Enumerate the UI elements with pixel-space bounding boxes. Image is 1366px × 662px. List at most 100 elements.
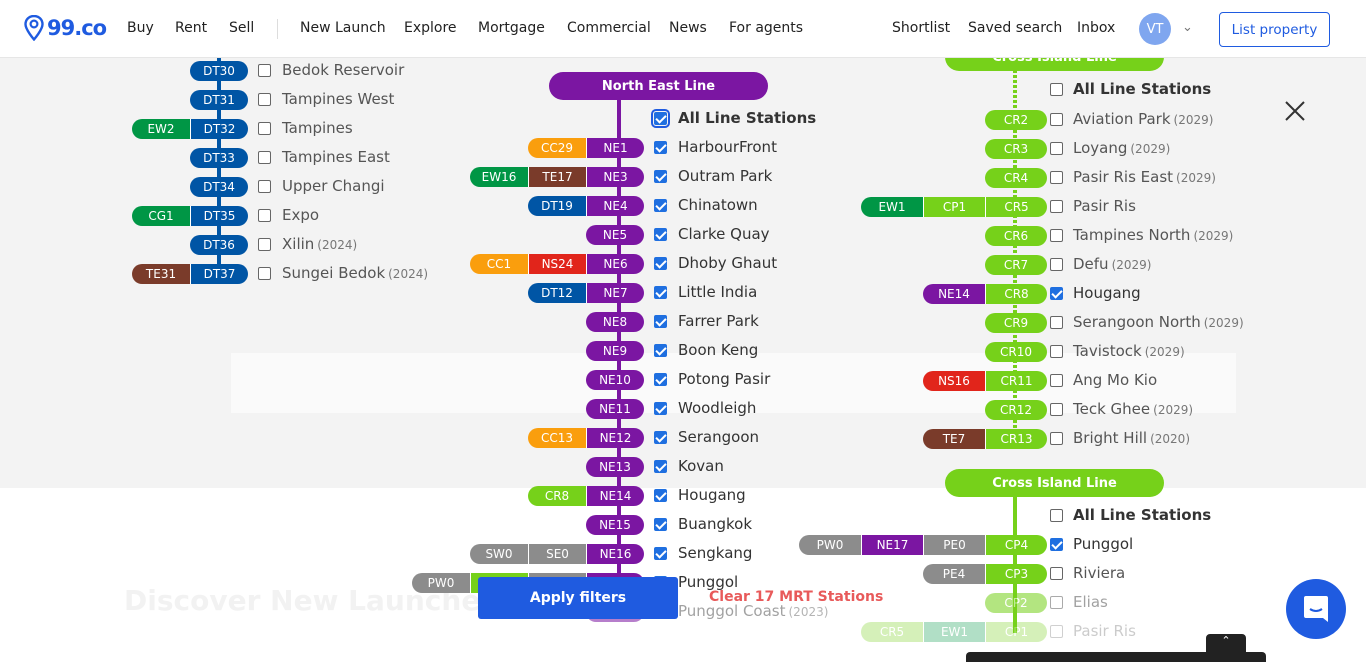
station-code-badges: CR3 — [985, 139, 1047, 159]
station-code-badges: EW1 CP1 CR5 — [861, 197, 1047, 217]
station-row[interactable]: NE14 CR8 Hougang — [0, 283, 1300, 305]
checkbox[interactable] — [1050, 229, 1063, 242]
station-row[interactable]: DT30 Bedok Reservoir — [0, 60, 1300, 82]
nav-sell[interactable]: Sell — [229, 20, 254, 36]
station-code-badge: CR6 — [985, 226, 1047, 246]
checkbox[interactable] — [1050, 596, 1063, 609]
station-code-badge: CP1 — [923, 197, 985, 217]
avatar[interactable]: VT — [1139, 13, 1171, 45]
station-row[interactable]: CR8 NE14 Hougang — [0, 485, 1300, 507]
opening-year: (2020) — [1150, 432, 1190, 446]
clear-stations-link[interactable]: Clear 17 MRT Stations — [709, 589, 883, 605]
station-row[interactable]: TE7 CR13 Bright Hill (2020) — [0, 428, 1300, 450]
checkbox[interactable] — [1050, 567, 1063, 580]
list-property-button[interactable]: List property — [1219, 12, 1330, 47]
station-row[interactable]: NS16 CR11 Ang Mo Kio — [0, 370, 1300, 392]
checkbox[interactable] — [258, 93, 271, 106]
station-row[interactable]: EW1 CP1 CR5 Pasir Ris — [0, 196, 1300, 218]
station-code-badge: CR11 — [985, 371, 1047, 391]
opening-year: (2029) — [1176, 171, 1216, 185]
station-code-badge: NE17 — [861, 535, 923, 555]
station-name: Tampines West — [282, 90, 394, 108]
nav-explore[interactable]: Explore — [404, 20, 457, 36]
checkbox[interactable] — [1050, 316, 1063, 329]
station-row[interactable]: CR12 Teck Ghee (2029) — [0, 399, 1300, 421]
station-row[interactable]: CR9 Serangoon North (2029) — [0, 312, 1300, 334]
station-row[interactable]: NE13 Kovan — [0, 456, 1300, 478]
nav-shortlist[interactable]: Shortlist — [892, 20, 950, 36]
station-name-text: Pasir Ris East — [1073, 168, 1174, 186]
nav-mortgage[interactable]: Mortgage — [478, 20, 545, 36]
station-code-badges: CR2 — [985, 110, 1047, 130]
station-code-badges: NE13 — [586, 457, 644, 477]
station-row[interactable]: CR4 Pasir Ris East (2029) — [0, 167, 1300, 189]
checkbox[interactable] — [1050, 200, 1063, 213]
station-code-badge: CR10 — [985, 342, 1047, 362]
station-row[interactable]: CR10 Tavistock (2029) — [0, 341, 1300, 363]
station-code-badge: CR5 — [861, 622, 923, 642]
checkbox[interactable] — [1050, 171, 1063, 184]
nav-buy[interactable]: Buy — [127, 20, 154, 36]
station-row[interactable]: CR3 Loyang (2029) — [0, 138, 1300, 160]
station-name-text: Aviation Park — [1073, 110, 1171, 128]
checkbox[interactable] — [258, 64, 271, 77]
station-code-badge: NE15 — [586, 515, 644, 535]
expand-tab[interactable]: ⌃ — [1206, 634, 1246, 654]
station-row[interactable]: CR7 Defu (2029) — [0, 254, 1300, 276]
checkbox[interactable] — [1050, 374, 1063, 387]
checkbox[interactable] — [1050, 625, 1063, 638]
nav-saved-search[interactable]: Saved search — [968, 20, 1062, 36]
checkbox[interactable] — [1050, 113, 1063, 126]
station-name: Defu (2029) — [1073, 255, 1151, 273]
chevron-down-icon[interactable]: ⌄ — [1182, 20, 1193, 35]
station-code-badge: CR7 — [985, 255, 1047, 275]
chat-button[interactable] — [1286, 579, 1346, 639]
chat-icon — [1304, 596, 1328, 622]
station-name: Pasir Ris East (2029) — [1073, 168, 1216, 186]
station-name-text: Ang Mo Kio — [1073, 371, 1158, 389]
opening-year: (2029) — [1153, 403, 1194, 417]
opening-year: (2029) — [1111, 258, 1152, 272]
checkbox[interactable] — [1050, 403, 1063, 416]
checkbox[interactable] — [654, 489, 667, 502]
checkbox[interactable] — [1050, 432, 1063, 445]
station-name-text: Tampines West — [282, 90, 395, 108]
station-name: Bedok Reservoir — [282, 61, 404, 79]
close-icon[interactable] — [1284, 100, 1306, 122]
station-name-text: Defu — [1073, 255, 1109, 273]
station-row[interactable]: CR2 Aviation Park (2029) — [0, 109, 1300, 131]
station-name-text: Tampines North — [1073, 226, 1191, 244]
station-code-badge: CR2 — [985, 110, 1047, 130]
station-name: Kovan — [678, 457, 724, 475]
nav-new-launch[interactable]: New Launch — [300, 20, 386, 36]
station-code-badge: CP3 — [985, 564, 1047, 584]
checkbox[interactable] — [1050, 142, 1063, 155]
nav-for-agents[interactable]: For agents — [729, 20, 803, 36]
station-name-text: Punggol — [1073, 535, 1134, 553]
apply-filters-button[interactable]: Apply filters — [478, 577, 678, 619]
station-code-badge: CR13 — [985, 429, 1047, 449]
station-code-badge: CR12 — [985, 400, 1047, 420]
station-row[interactable]: CR6 Tampines North (2029) — [0, 225, 1300, 247]
station-row[interactable]: CR5 EW1 CP1 Pasir Ris — [0, 621, 1300, 643]
nav-commercial[interactable]: Commercial — [567, 20, 651, 36]
nav-news[interactable]: News — [669, 20, 707, 36]
nav-inbox[interactable]: Inbox — [1077, 20, 1115, 36]
station-row[interactable]: DT31 Tampines West — [0, 89, 1300, 111]
station-name-text: Pasir Ris — [1073, 622, 1136, 640]
checkbox[interactable] — [654, 460, 667, 473]
station-code-badges: NE15 — [586, 515, 644, 535]
checkbox[interactable] — [1050, 538, 1063, 551]
checkbox[interactable] — [1050, 287, 1063, 300]
logo[interactable]: 99.co — [24, 15, 107, 41]
checkbox[interactable] — [1050, 258, 1063, 271]
station-name: Hougang — [1073, 284, 1141, 302]
checkbox[interactable] — [654, 518, 667, 531]
station-code-badge: CP4 — [985, 535, 1047, 555]
nav-rent[interactable]: Rent — [175, 20, 207, 36]
station-row[interactable]: PW0 NE17 PE0 CP4 Punggol — [0, 534, 1300, 556]
nav-divider — [277, 19, 278, 39]
station-row[interactable]: NE15 Buangkok — [0, 514, 1300, 536]
checkbox[interactable] — [1050, 345, 1063, 358]
opening-year: (2029) — [1203, 316, 1244, 330]
